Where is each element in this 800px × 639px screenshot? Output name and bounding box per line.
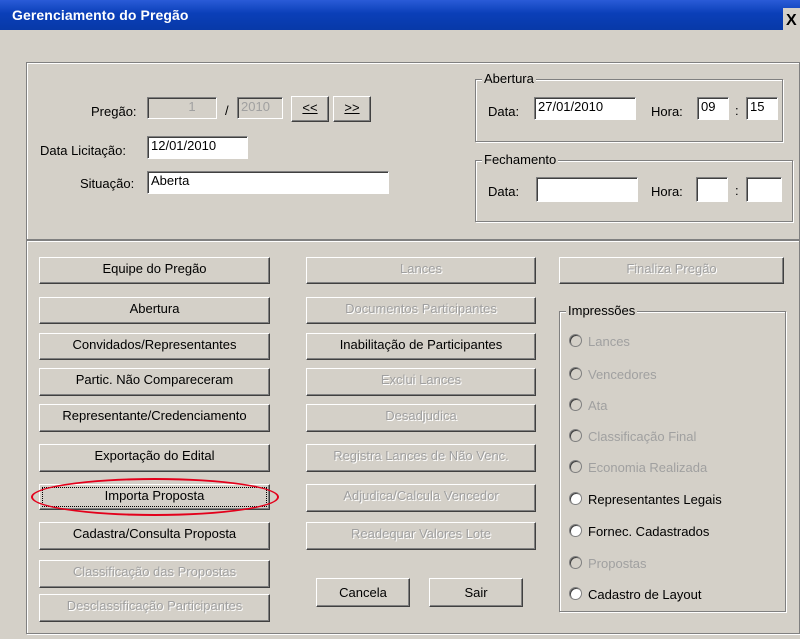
radio-propostas-label: Propostas [588, 556, 647, 571]
fechamento-hora-label: Hora: [651, 184, 683, 199]
radio-classificacao-final[interactable]: Classificação Final [569, 429, 696, 445]
radio-icon [569, 556, 582, 569]
sair-button[interactable]: Sair [429, 578, 523, 607]
radio-icon [569, 524, 582, 537]
radio-fornec-label: Fornec. Cadastrados [588, 524, 710, 539]
convidados-button[interactable]: Convidados/Representantes [39, 333, 270, 360]
abertura-button[interactable]: Abertura [39, 297, 270, 324]
inabilitacao-participantes-button[interactable]: Inabilitação de Participantes [306, 333, 536, 360]
pregao-number-field[interactable]: 1 [147, 97, 217, 119]
radio-economia-label: Economia Realizada [588, 460, 708, 475]
radio-lances[interactable]: Lances [569, 334, 630, 350]
exclui-lances-button[interactable]: Exclui Lances [306, 368, 536, 396]
pregao-label: Pregão: [91, 104, 137, 119]
fechamento-data-field[interactable] [536, 177, 638, 202]
readequar-valores-button[interactable]: Readequar Valores Lote [306, 522, 536, 550]
abertura-data-field[interactable]: 27/01/2010 [534, 97, 636, 120]
radio-economia-realizada[interactable]: Economia Realizada [569, 460, 707, 476]
close-button[interactable]: X [786, 12, 800, 30]
abertura-hora-field[interactable]: 09 [697, 97, 729, 120]
radio-fornec-cadastrados[interactable]: Fornec. Cadastrados [569, 524, 709, 540]
previous-pregao-button[interactable]: << [291, 96, 329, 122]
cancela-label: Cancela [339, 585, 387, 600]
lances-button[interactable]: Lances [306, 257, 536, 284]
cadastra-consulta-proposta-button[interactable]: Cadastra/Consulta Proposta [39, 522, 270, 550]
partic-nao-compareceram-label: Partic. Não Compareceram [75, 372, 234, 387]
previous-label: << [302, 100, 318, 115]
situacao-field[interactable]: Aberta [147, 171, 389, 194]
pregao-window: Gerenciamento do Pregão X Pregão: 1 / 20… [0, 0, 800, 639]
radio-icon [569, 398, 582, 411]
adjudica-calcula-button[interactable]: Adjudica/Calcula Vencedor [306, 484, 536, 512]
radio-icon [569, 334, 582, 347]
radio-vencedores[interactable]: Vencedores [569, 367, 657, 383]
radio-icon [569, 492, 582, 505]
data-licitacao-field[interactable]: 12/01/2010 [147, 136, 248, 159]
situacao-label: Situação: [80, 176, 135, 191]
fechamento-colon: : [735, 183, 739, 198]
data-licitacao-label: Data Licitação: [40, 143, 126, 158]
radio-cadastro-layout-label: Cadastro de Layout [588, 587, 702, 602]
fechamento-minuto-field[interactable] [746, 177, 782, 202]
abertura-data-label: Data: [488, 104, 520, 119]
radio-icon [569, 587, 582, 600]
cancela-button[interactable]: Cancela [316, 578, 410, 607]
fechamento-hora-field[interactable] [696, 177, 728, 202]
impressoes-title: Impressões [566, 303, 638, 318]
radio-icon [569, 367, 582, 380]
finaliza-pregao-button[interactable]: Finaliza Pregão [559, 257, 784, 284]
radio-propostas[interactable]: Propostas [569, 556, 647, 572]
radio-icon [569, 429, 582, 442]
registra-lances-button[interactable]: Registra Lances de Não Venc. [306, 444, 536, 472]
pregao-year-separator: / [225, 103, 229, 118]
pregao-year-field[interactable]: 2010 [237, 97, 283, 119]
equipe-button[interactable]: Equipe do Pregão [39, 257, 270, 284]
exportacao-edital-button[interactable]: Exportação do Edital [39, 444, 270, 472]
classificacao-propostas-button[interactable]: Classificação das Propostas [39, 560, 270, 588]
documentos-participantes-button[interactable]: Documentos Participantes [306, 297, 536, 324]
partic-nao-compareceram-button[interactable]: Partic. Não Compareceram [39, 368, 270, 396]
abertura-hora-label: Hora: [651, 104, 683, 119]
radio-ata-label: Ata [588, 398, 608, 413]
sair-label: Sair [464, 585, 488, 600]
radio-lances-label: Lances [588, 334, 630, 349]
representante-credenciamento-button[interactable]: Representante/Credenciamento [39, 404, 270, 432]
fechamento-data-label: Data: [488, 184, 520, 199]
radio-cadastro-layout[interactable]: Cadastro de Layout [569, 587, 701, 603]
desclassificacao-participantes-button[interactable]: Desclassificação Participantes [39, 594, 270, 622]
radio-icon [569, 460, 582, 473]
next-pregao-button[interactable]: >> [333, 96, 371, 122]
radio-classificacao-final-label: Classificação Final [588, 429, 697, 444]
next-label: >> [344, 100, 360, 115]
radio-representantes-legais[interactable]: Representantes Legais [569, 492, 722, 508]
abertura-colon: : [735, 103, 739, 118]
fechamento-title: Fechamento [482, 152, 559, 167]
abertura-title: Abertura [482, 71, 536, 86]
window-title: Gerenciamento do Pregão [12, 7, 189, 23]
radio-ata[interactable]: Ata [569, 398, 608, 414]
radio-vencedores-label: Vencedores [588, 367, 657, 382]
radio-representantes-label: Representantes Legais [588, 492, 722, 507]
desadjudica-button[interactable]: Desadjudica [306, 404, 536, 432]
abertura-minuto-field[interactable]: 15 [746, 97, 778, 120]
highlight-ellipse [31, 478, 279, 516]
title-bar[interactable]: Gerenciamento do Pregão [0, 0, 800, 30]
